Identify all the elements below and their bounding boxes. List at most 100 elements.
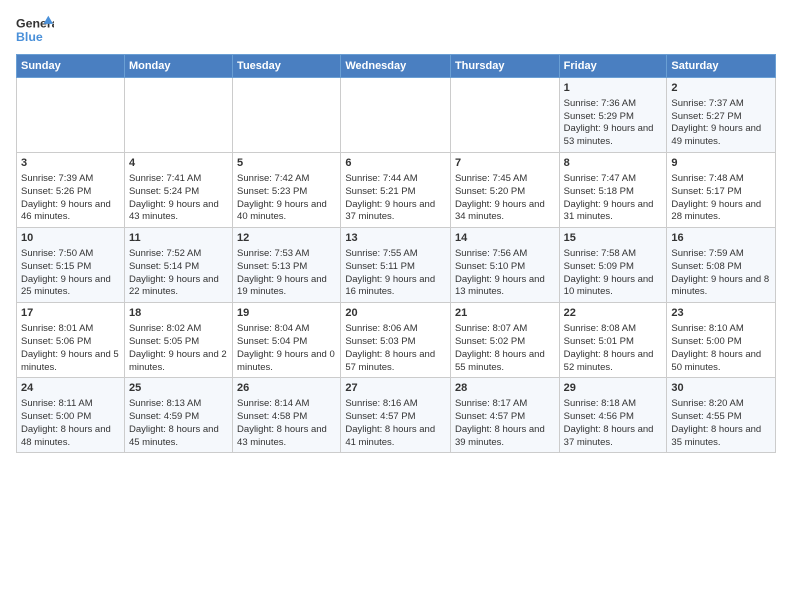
day-info-line: Sunset: 5:27 PM: [671, 111, 741, 122]
day-number: 21: [455, 306, 555, 321]
day-info-line: Sunset: 5:00 PM: [671, 336, 741, 347]
week-row-1: 1 Sunrise: 7:36 AM Sunset: 5:29 PM Daylight…: [17, 78, 776, 153]
day-cell-16: 16Sunrise: 7:59 AMSunset: 5:08 PMDayligh…: [667, 228, 776, 303]
day-cell-1: 1Sunrise: 7:36 AMSunset: 5:29 PMDaylight…: [559, 78, 667, 153]
day-info-line: Sunset: 5:18 PM: [564, 186, 634, 197]
weekday-header-row: SundayMondayTuesdayWednesdayThursdayFrid…: [17, 55, 776, 78]
day-info-line: Sunrise: 7:53 AM: [237, 248, 309, 259]
day-info-line: Sunrise: 8:11 AM: [21, 398, 93, 409]
day-cell-3: 3Sunrise: 7:39 AMSunset: 5:26 PMDaylight…: [17, 153, 125, 228]
day-number: 17: [21, 306, 120, 321]
day-cell-7: 7Sunrise: 7:45 AMSunset: 5:20 PMDaylight…: [450, 153, 559, 228]
day-number: 16: [671, 231, 771, 246]
day-number: 12: [237, 231, 336, 246]
day-info-line: Sunset: 5:05 PM: [129, 336, 199, 347]
day-number: 1: [564, 81, 663, 96]
day-info-line: Daylight: 9 hours and 0 minutes.: [237, 349, 335, 373]
day-info-line: Sunset: 5:09 PM: [564, 261, 634, 272]
day-number: 13: [345, 231, 446, 246]
day-info-line: Sunset: 5:24 PM: [129, 186, 199, 197]
week-row-5: 24Sunrise: 8:11 AMSunset: 5:00 PMDayligh…: [17, 378, 776, 453]
week-row-2: 3Sunrise: 7:39 AMSunset: 5:26 PMDaylight…: [17, 153, 776, 228]
day-info-line: Sunrise: 8:02 AM: [129, 323, 201, 334]
day-cell-21: 21Sunrise: 8:07 AMSunset: 5:02 PMDayligh…: [450, 303, 559, 378]
day-info-line: Sunset: 5:04 PM: [237, 336, 307, 347]
weekday-header-thursday: Thursday: [450, 55, 559, 78]
day-number: 2: [671, 81, 771, 96]
day-cell-9: 9Sunrise: 7:48 AMSunset: 5:17 PMDaylight…: [667, 153, 776, 228]
day-info-line: Sunset: 5:11 PM: [345, 261, 415, 272]
day-number: 7: [455, 156, 555, 171]
day-number: 26: [237, 381, 336, 396]
day-info-line: Daylight: 9 hours and 10 minutes.: [564, 274, 654, 298]
logo: General Blue: [16, 12, 54, 48]
day-cell-15: 15Sunrise: 7:58 AMSunset: 5:09 PMDayligh…: [559, 228, 667, 303]
day-info-line: Daylight: 8 hours and 57 minutes.: [345, 349, 435, 373]
day-info-line: Sunrise: 8:10 AM: [671, 323, 743, 334]
day-info-line: Sunset: 5:06 PM: [21, 336, 91, 347]
day-number: 19: [237, 306, 336, 321]
day-info-line: Daylight: 9 hours and 49 minutes.: [671, 123, 761, 147]
empty-cell: [450, 78, 559, 153]
day-info-line: Daylight: 8 hours and 39 minutes.: [455, 424, 545, 448]
day-info-line: Daylight: 8 hours and 50 minutes.: [671, 349, 761, 373]
day-info-line: Sunrise: 7:36 AM: [564, 98, 636, 109]
day-cell-11: 11Sunrise: 7:52 AMSunset: 5:14 PMDayligh…: [124, 228, 232, 303]
day-info-line: Daylight: 9 hours and 16 minutes.: [345, 274, 435, 298]
day-number: 11: [129, 231, 228, 246]
day-cell-20: 20Sunrise: 8:06 AMSunset: 5:03 PMDayligh…: [341, 303, 451, 378]
day-cell-2: 2Sunrise: 7:37 AMSunset: 5:27 PMDaylight…: [667, 78, 776, 153]
day-info-line: Sunset: 5:29 PM: [564, 111, 634, 122]
day-cell-22: 22Sunrise: 8:08 AMSunset: 5:01 PMDayligh…: [559, 303, 667, 378]
weekday-header-saturday: Saturday: [667, 55, 776, 78]
day-info-line: Daylight: 9 hours and 28 minutes.: [671, 199, 761, 223]
day-number: 25: [129, 381, 228, 396]
day-info-line: Daylight: 9 hours and 37 minutes.: [345, 199, 435, 223]
week-row-3: 10Sunrise: 7:50 AMSunset: 5:15 PMDayligh…: [17, 228, 776, 303]
day-cell-10: 10Sunrise: 7:50 AMSunset: 5:15 PMDayligh…: [17, 228, 125, 303]
day-info-line: Sunrise: 7:41 AM: [129, 173, 201, 184]
weekday-header-tuesday: Tuesday: [233, 55, 341, 78]
day-number: 18: [129, 306, 228, 321]
day-info-line: Daylight: 9 hours and 19 minutes.: [237, 274, 327, 298]
day-info-line: Sunset: 5:14 PM: [129, 261, 199, 272]
day-cell-27: 27Sunrise: 8:16 AMSunset: 4:57 PMDayligh…: [341, 378, 451, 453]
day-info-line: Sunrise: 7:44 AM: [345, 173, 417, 184]
day-info-line: Daylight: 9 hours and 5 minutes.: [21, 349, 119, 373]
day-info-line: Daylight: 9 hours and 43 minutes.: [129, 199, 219, 223]
day-info-line: Sunrise: 8:06 AM: [345, 323, 417, 334]
day-info-line: Daylight: 8 hours and 43 minutes.: [237, 424, 327, 448]
day-info-line: Daylight: 9 hours and 22 minutes.: [129, 274, 219, 298]
day-info-line: Daylight: 8 hours and 45 minutes.: [129, 424, 219, 448]
weekday-header-monday: Monday: [124, 55, 232, 78]
day-cell-28: 28Sunrise: 8:17 AMSunset: 4:57 PMDayligh…: [450, 378, 559, 453]
day-number: 5: [237, 156, 336, 171]
day-number: 8: [564, 156, 663, 171]
day-info-line: Sunrise: 8:04 AM: [237, 323, 309, 334]
day-cell-13: 13 Sunrise: 7:55 AM Sunset: 5:11 PM Dayligh…: [341, 228, 451, 303]
day-info-line: Daylight: 9 hours and 25 minutes.: [21, 274, 111, 298]
day-cell-17: 17Sunrise: 8:01 AMSunset: 5:06 PMDayligh…: [17, 303, 125, 378]
calendar-table: SundayMondayTuesdayWednesdayThursdayFrid…: [16, 54, 776, 453]
day-info-line: Sunrise: 7:55 AM: [345, 248, 417, 259]
empty-cell: [124, 78, 232, 153]
day-info-line: Daylight: 9 hours and 34 minutes.: [455, 199, 545, 223]
day-info-line: Sunset: 4:55 PM: [671, 411, 741, 422]
day-info-line: Sunset: 5:01 PM: [564, 336, 634, 347]
day-cell-5: 5Sunrise: 7:42 AMSunset: 5:23 PMDaylight…: [233, 153, 341, 228]
weekday-header-sunday: Sunday: [17, 55, 125, 78]
svg-text:Blue: Blue: [16, 30, 43, 44]
week-row-4: 17Sunrise: 8:01 AMSunset: 5:06 PMDayligh…: [17, 303, 776, 378]
day-info-line: Sunrise: 8:16 AM: [345, 398, 417, 409]
day-info-line: Daylight: 9 hours and 13 minutes.: [455, 274, 545, 298]
day-info-line: Sunset: 4:57 PM: [455, 411, 525, 422]
day-cell-6: 6Sunrise: 7:44 AMSunset: 5:21 PMDaylight…: [341, 153, 451, 228]
day-info-line: Sunrise: 8:18 AM: [564, 398, 636, 409]
day-number: 29: [564, 381, 663, 396]
day-number: 24: [21, 381, 120, 396]
day-number: 28: [455, 381, 555, 396]
day-info-line: Daylight: 9 hours and 46 minutes.: [21, 199, 111, 223]
day-info-line: Sunrise: 7:45 AM: [455, 173, 527, 184]
day-info-line: Sunrise: 7:59 AM: [671, 248, 743, 259]
day-cell-29: 29Sunrise: 8:18 AMSunset: 4:56 PMDayligh…: [559, 378, 667, 453]
